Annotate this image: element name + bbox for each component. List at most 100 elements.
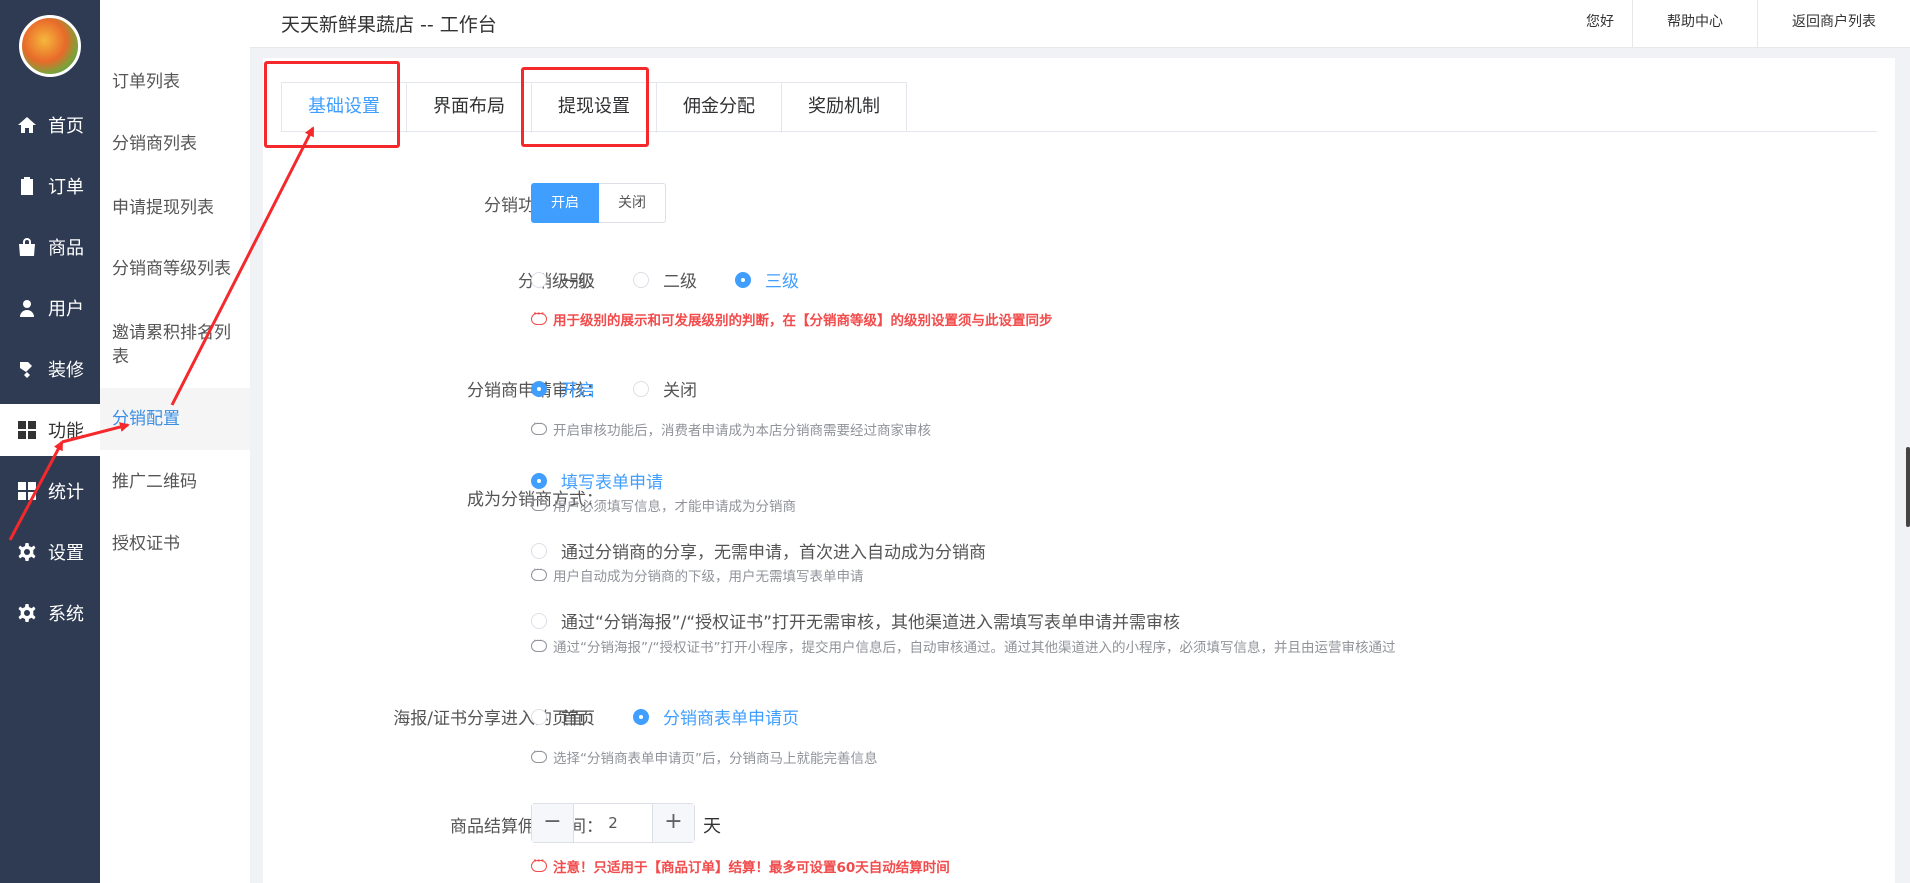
radio-circle xyxy=(633,708,649,725)
settings-panel: 基础设置 界面布局 提现设置 佣金分配 奖励机制 分销功能状态： 开启 关闭 分… xyxy=(263,58,1895,883)
tab-commission[interactable]: 佣金分配 xyxy=(657,83,782,133)
radio-circle xyxy=(633,380,649,397)
share-page-radio-form[interactable]: 分销商表单申请页 xyxy=(633,704,799,729)
app-root: 首页 订单 商品 用户 装修 功能 统计 设置 系统 订单列表 分销商列表 申请… xyxy=(0,0,1910,883)
radio-label: 一级 xyxy=(561,272,595,292)
radio-label: 通过“分销海报”/“授权证书”打开无需审核，其他渠道进入需填写表单申请并需审核 xyxy=(561,613,1180,633)
status-off-button[interactable]: 关闭 xyxy=(599,183,666,223)
subnav-item-distributor-level-list[interactable]: 分销商等级列表 xyxy=(100,257,250,281)
subnav-item-promo-qrcode[interactable]: 推广二维码 xyxy=(100,470,250,494)
status-toggle: 开启 关闭 xyxy=(531,183,666,223)
subnav-item-distribution-config[interactable]: 分销配置 xyxy=(100,388,250,450)
subnav-item-auth-certificate[interactable]: 授权证书 xyxy=(100,532,250,556)
annotation-box-withdraw-tab xyxy=(521,67,649,147)
greeting-link[interactable]: 您好 xyxy=(1560,0,1640,48)
comment-icon xyxy=(531,417,547,435)
nav-item-features[interactable]: 功能 xyxy=(0,404,100,456)
cog-icon xyxy=(16,602,38,624)
become-hint-form: 用户必须填写信息，才能申请成为分销商 xyxy=(531,493,796,515)
become-radio-share[interactable]: 通过分销商的分享，无需申请，首次进入自动成为分销商 xyxy=(531,538,986,563)
level-radio-3[interactable]: 三级 xyxy=(735,267,799,292)
nav-item-label: 设置 xyxy=(48,543,84,564)
nav-item-label: 功能 xyxy=(48,421,84,442)
radio-label: 通过分销商的分享，无需申请，首次进入自动成为分销商 xyxy=(561,543,986,563)
comment-icon xyxy=(531,634,547,652)
comment-icon xyxy=(531,563,547,581)
nav-item-statistics[interactable]: 统计 xyxy=(0,465,100,517)
radio-label: 关闭 xyxy=(663,381,697,401)
clipboard-icon xyxy=(16,175,38,197)
radio-label: 分销商表单申请页 xyxy=(663,709,799,729)
nav-item-label: 首页 xyxy=(48,116,84,137)
nav-item-label: 订单 xyxy=(48,177,84,198)
become-hint-poster: 通过“分销海报”/“授权证书”打开小程序，提交用户信息后，自动审核通过。通过其他… xyxy=(531,634,1396,656)
settle-days-stepper: − 2 + xyxy=(531,803,695,843)
nav-item-label: 统计 xyxy=(48,482,84,503)
review-radio-off[interactable]: 关闭 xyxy=(633,376,697,401)
sub-nav: 订单列表 分销商列表 申请提现列表 分销商等级列表 邀请累积排名列表 分销配置 … xyxy=(100,0,250,883)
hint-text: 通过“分销海报”/“授权证书”打开小程序，提交用户信息后，自动审核通过。通过其他… xyxy=(553,640,1396,656)
main-nav: 首页 订单 商品 用户 装修 功能 统计 设置 系统 xyxy=(0,0,100,883)
home-icon xyxy=(16,114,38,136)
subnav-item-distributor-list[interactable]: 分销商列表 xyxy=(100,132,250,156)
radio-circle xyxy=(531,708,547,725)
tab-layout[interactable]: 界面布局 xyxy=(407,83,532,133)
radio-circle xyxy=(735,271,751,288)
hint-text: 注意！只适用于【商品订单】结算！最多可设置60天自动结算时间 xyxy=(553,860,950,876)
radio-label: 三级 xyxy=(765,272,799,292)
become-hint-share: 用户自动成为分销商的下级，用户无需填写表单申请 xyxy=(531,563,864,585)
level-radio-2[interactable]: 二级 xyxy=(633,267,697,292)
hint-text: 选择“分销商表单申请页”后，分销商马上就能完善信息 xyxy=(553,751,878,767)
help-center-link[interactable]: 帮助中心 xyxy=(1633,0,1757,48)
nav-item-users[interactable]: 用户 xyxy=(0,282,100,334)
increment-button[interactable]: + xyxy=(652,804,694,842)
decrement-button[interactable]: − xyxy=(532,804,574,842)
level-radio-1[interactable]: 一级 xyxy=(531,267,595,292)
store-logo xyxy=(19,15,81,77)
subnav-item-withdrawal-list[interactable]: 申请提现列表 xyxy=(100,196,250,220)
review-hint: 开启审核功能后，消费者申请成为本店分销商需要经过商家审核 xyxy=(531,417,931,439)
hint-text: 开启审核功能后，消费者申请成为本店分销商需要经过商家审核 xyxy=(553,423,931,439)
status-on-button[interactable]: 开启 xyxy=(531,183,599,223)
settle-days-input[interactable]: 2 xyxy=(574,804,652,842)
radio-circle xyxy=(531,612,547,629)
subnav-item-invite-ranking[interactable]: 邀请累积排名列表 xyxy=(100,321,250,369)
radio-circle xyxy=(531,271,547,288)
radio-label: 开启 xyxy=(561,381,595,401)
nav-item-label: 装修 xyxy=(48,360,84,381)
nav-item-home[interactable]: 首页 xyxy=(0,99,100,151)
nav-item-decoration[interactable]: 装修 xyxy=(0,343,100,395)
radio-label: 首页 xyxy=(561,709,595,729)
top-header: 天天新鲜果蔬店 -- 工作台 您好 帮助中心 返回商户列表 xyxy=(250,0,1910,48)
nav-item-label: 用户 xyxy=(48,299,84,320)
hint-text: 用户自动成为分销商的下级，用户无需填写表单申请 xyxy=(553,569,864,585)
review-radio-on[interactable]: 开启 xyxy=(531,376,595,401)
comment-icon xyxy=(531,493,547,511)
radio-circle xyxy=(531,380,547,397)
subnav-item-order-list[interactable]: 订单列表 xyxy=(100,70,250,94)
comment-icon xyxy=(531,854,547,872)
level-hint: 用于级别的展示和可发展级别的判断，在【分销商等级】的级别设置须与此设置同步 xyxy=(531,307,1053,329)
nav-item-orders[interactable]: 订单 xyxy=(0,160,100,212)
become-radio-poster[interactable]: 通过“分销海报”/“授权证书”打开无需审核，其他渠道进入需填写表单申请并需审核 xyxy=(531,608,1180,633)
back-to-merchants-link[interactable]: 返回商户列表 xyxy=(1758,0,1910,48)
radio-label: 二级 xyxy=(663,272,697,292)
share-page-radio-home[interactable]: 首页 xyxy=(531,704,595,729)
gear-icon xyxy=(16,541,38,563)
become-radio-form[interactable]: 填写表单申请 xyxy=(531,468,663,493)
page-title: 天天新鲜果蔬店 -- 工作台 xyxy=(281,14,497,36)
user-icon xyxy=(16,297,38,319)
radio-circle xyxy=(531,542,547,559)
nav-item-settings[interactable]: 设置 xyxy=(0,526,100,578)
tab-rewards[interactable]: 奖励机制 xyxy=(782,83,906,133)
scrollbar-thumb[interactable] xyxy=(1906,447,1910,527)
radio-label: 填写表单申请 xyxy=(561,473,663,493)
hint-text: 用于级别的展示和可发展级别的判断，在【分销商等级】的级别设置须与此设置同步 xyxy=(553,313,1053,329)
share-page-hint: 选择“分销商表单申请页”后，分销商马上就能完善信息 xyxy=(531,745,878,767)
nav-item-label: 商品 xyxy=(48,238,84,259)
comment-icon xyxy=(531,745,547,763)
nav-item-system[interactable]: 系统 xyxy=(0,587,100,639)
shopping-bag-icon xyxy=(16,236,38,258)
nav-item-products[interactable]: 商品 xyxy=(0,221,100,273)
radio-circle xyxy=(531,472,547,489)
